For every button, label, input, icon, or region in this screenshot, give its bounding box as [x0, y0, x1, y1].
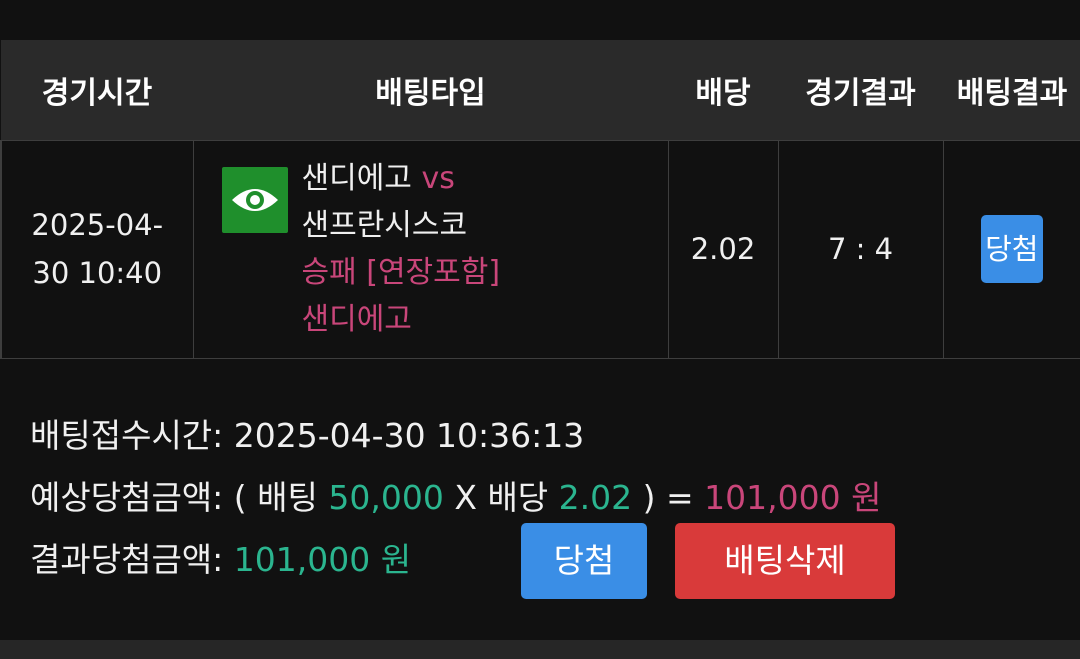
expected-win-line: 예상당첨금액: ( 배팅 50,000 X 배당 2.02 ) = 101,00…	[30, 467, 882, 529]
header-game-result: 경기결과	[778, 40, 943, 140]
bet-result-cell: 당첨	[942, 139, 1080, 359]
accepted-time-label: 배팅접수시간:	[30, 416, 224, 455]
expected-mult: X 배당	[454, 478, 549, 517]
bottom-bar	[0, 640, 1080, 659]
eye-icon[interactable]	[221, 167, 288, 233]
table-header-row: 경기시간 배팅타입 배당 경기결과 배팅결과	[1, 40, 1080, 140]
score-cell: 7 : 4	[777, 139, 944, 359]
expected-stake: 50,000	[328, 478, 444, 517]
expected-close: ) =	[642, 478, 694, 517]
delete-bet-button[interactable]: 배팅삭제	[675, 523, 895, 599]
header-game-time: 경기시간	[1, 40, 193, 140]
home-team: 샌디에고	[301, 161, 412, 196]
top-bar	[0, 0, 1080, 40]
win-button[interactable]: 당첨	[521, 523, 647, 599]
game-time-cell: 2025-04- 30 10:40	[0, 139, 194, 359]
expected-open: ( 배팅	[233, 478, 318, 517]
accepted-time-line: 배팅접수시간: 2025-04-30 10:36:13	[30, 405, 882, 467]
bet-type-cell: 샌디에고 vs 샌프란시스코 승패 [연장포함] 샌디에고	[192, 139, 669, 359]
match-line: 샌디에고 vs	[302, 155, 501, 202]
header-bet-type: 배팅타입	[193, 40, 668, 140]
result-win-amount: 101,000 원	[233, 540, 412, 579]
table-row: 2025-04- 30 10:40 샌디에고 vs 샌프란시스코 승패 [연장포…	[0, 139, 1080, 359]
odds-cell: 2.02	[667, 139, 779, 359]
win-badge: 당첨	[980, 215, 1043, 283]
expected-amount: 101,000 원	[704, 478, 882, 517]
expected-win-label: 예상당첨금액:	[30, 478, 224, 517]
game-time-clock: 30 10:40	[32, 256, 163, 290]
header-odds: 배당	[668, 40, 778, 140]
vs-label: vs	[421, 161, 455, 196]
game-time-date: 2025-04-	[31, 208, 164, 242]
header-bet-result: 배팅결과	[943, 40, 1080, 140]
result-win-label: 결과당첨금액:	[30, 540, 224, 579]
accepted-time-value: 2025-04-30 10:36:13	[233, 416, 585, 455]
market-type: 승패 [연장포함]	[301, 255, 501, 290]
away-team: 샌프란시스코	[301, 208, 468, 243]
expected-odds: 2.02	[558, 478, 633, 517]
bet-pick: 샌디에고	[301, 302, 412, 337]
bet-history-table: 경기시간 배팅타입 배당 경기결과 배팅결과 2025-04- 30 10:40	[0, 40, 1080, 359]
